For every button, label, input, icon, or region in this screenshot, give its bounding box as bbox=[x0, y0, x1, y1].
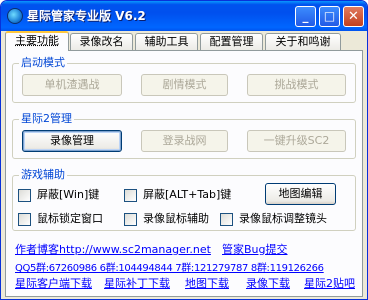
map-download-link[interactable]: 地图下载 bbox=[185, 277, 229, 291]
tab-tools[interactable]: 辅助工具 bbox=[135, 33, 198, 50]
replay-manager-button[interactable]: 录像管理 bbox=[22, 130, 122, 152]
app-window: 星际管家专业版 V6.2 _ □ ✕ 主要功能 录像改名 辅助工具 配置管理 关… bbox=[0, 0, 368, 300]
single-player-button[interactable]: 单机渣遇战 bbox=[22, 74, 122, 96]
checkbox-box[interactable] bbox=[18, 213, 31, 226]
close-button[interactable]: ✕ bbox=[343, 6, 364, 27]
bug-report-link[interactable]: 管家Bug提交 bbox=[222, 243, 288, 257]
launch-mode-title: 启动模式 bbox=[19, 56, 67, 70]
minimize-button[interactable]: _ bbox=[295, 6, 316, 27]
client-download-link[interactable]: 星际客户端下载 bbox=[15, 277, 92, 291]
game-assist-group: 游戏辅助 屏蔽[Win]键 屏蔽[ALT+Tab]键 地图编辑 鼠标锁定窗口 录… bbox=[12, 168, 356, 231]
window-title: 星际管家专业版 V6.2 bbox=[27, 9, 146, 23]
sc2-manage-title: 星际2管理 bbox=[19, 112, 74, 126]
upgrade-sc2-button[interactable]: 一键升级SC2 bbox=[247, 130, 346, 152]
tab-about[interactable]: 关于和鸣谢 bbox=[265, 33, 341, 50]
challenge-button[interactable]: 挑战模式 bbox=[247, 74, 346, 96]
main-panel: 启动模式 单机渣遇战 剧情模式 挑战模式 星际2管理 录像管理 登录战网 一键升… bbox=[5, 50, 363, 297]
replay-download-link[interactable]: 录像下载 bbox=[246, 277, 290, 291]
author-blog-link[interactable]: 作者博客http://www.sc2manager.net bbox=[15, 243, 211, 257]
sc2-manage-group: 星际2管理 录像管理 登录战网 一键升级SC2 bbox=[12, 112, 356, 159]
app-icon bbox=[7, 8, 23, 24]
tab-main[interactable]: 主要功能 bbox=[5, 31, 69, 51]
campaign-button[interactable]: 剧情模式 bbox=[141, 74, 228, 96]
login-battlenet-button[interactable]: 登录战网 bbox=[141, 130, 228, 152]
tab-config[interactable]: 配置管理 bbox=[200, 33, 263, 50]
patch-download-link[interactable]: 星际补丁下载 bbox=[104, 277, 170, 291]
map-edit-button[interactable]: 地图编辑 bbox=[265, 183, 336, 205]
checkbox-box[interactable] bbox=[18, 189, 31, 202]
tab-replay-rename[interactable]: 录像改名 bbox=[70, 33, 133, 50]
checkbox-box[interactable] bbox=[124, 189, 137, 202]
game-assist-title: 游戏辅助 bbox=[19, 168, 67, 182]
launch-mode-group: 启动模式 单机渣遇战 剧情模式 挑战模式 bbox=[12, 56, 356, 103]
checkbox-box[interactable] bbox=[124, 213, 137, 226]
sc2-tieba-link[interactable]: 星际2贴吧 bbox=[304, 277, 355, 291]
checkbox-box[interactable] bbox=[220, 213, 233, 226]
maximize-button[interactable]: □ bbox=[319, 6, 340, 27]
qq-groups-link[interactable]: QQ5群:67260986 6群:104494844 7群:121279787 … bbox=[15, 262, 324, 276]
title-bar[interactable]: 星际管家专业版 V6.2 _ □ ✕ bbox=[1, 1, 367, 31]
